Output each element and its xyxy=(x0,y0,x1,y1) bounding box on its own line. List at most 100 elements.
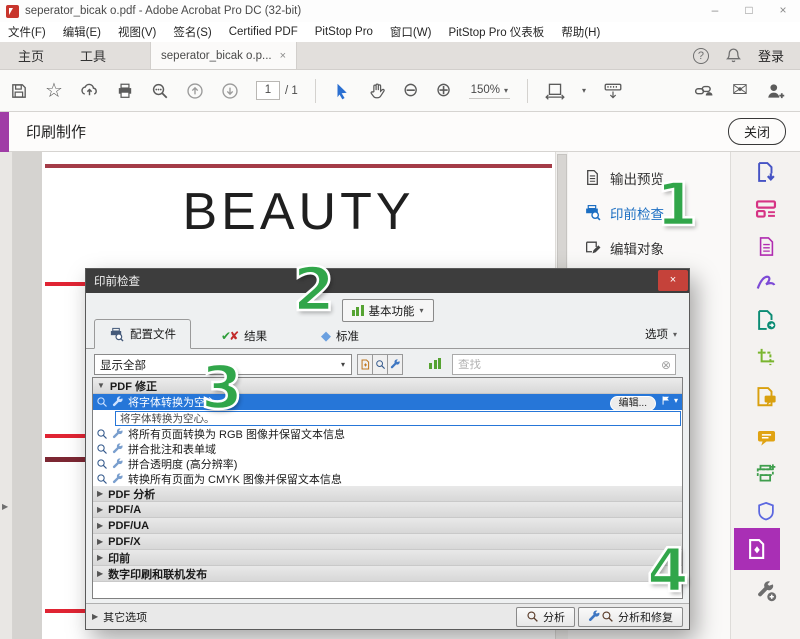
zoom-in-icon[interactable]: ⊕ xyxy=(436,81,452,100)
request-comments-tool[interactable] xyxy=(731,380,800,414)
notifications-bell-icon[interactable] xyxy=(725,47,742,64)
send-email-icon[interactable]: ✉ xyxy=(732,81,748,100)
edit-button[interactable]: 编辑... xyxy=(610,396,656,411)
next-page-icon[interactable] xyxy=(221,82,239,100)
expand-icon[interactable]: ▶ xyxy=(97,505,103,514)
menu-edit[interactable]: 编辑(E) xyxy=(63,24,101,40)
group-pdf-analysis[interactable]: ▶ PDF 分析 xyxy=(93,486,682,502)
menu-file[interactable]: 文件(F) xyxy=(8,24,46,40)
close-panel-button[interactable]: 关闭 xyxy=(728,118,786,145)
hand-tool-icon[interactable] xyxy=(368,82,386,100)
menu-pitstop-dashboard[interactable]: PitStop Pro 仪表板 xyxy=(448,24,544,40)
expand-icon[interactable]: ▶ xyxy=(97,569,103,578)
flag-icon xyxy=(661,395,672,406)
group-pdfua[interactable]: ▶ PDF/UA xyxy=(93,518,682,534)
group-pdfx[interactable]: ▶ PDF/X xyxy=(93,534,682,550)
edit-object-icon xyxy=(584,239,601,256)
expand-nav-icon[interactable]: ▶ xyxy=(2,502,8,511)
view-profiles-button[interactable] xyxy=(357,354,373,375)
dialog-titlebar[interactable]: 印前检查 xyxy=(86,269,689,293)
expand-icon[interactable]: ▶ xyxy=(97,521,103,530)
print-production-icon xyxy=(746,538,768,560)
menu-pitstop-pro[interactable]: PitStop Pro xyxy=(315,26,373,38)
favorite-flag-control[interactable]: ▾ xyxy=(661,395,678,406)
tool-label: 编辑对象 xyxy=(610,238,664,258)
chevron-down-icon[interactable]: ▾ xyxy=(582,86,586,95)
comment-tool[interactable] xyxy=(731,420,800,454)
library-bars-icon xyxy=(429,358,441,369)
share-cloud-icon[interactable] xyxy=(80,81,99,100)
group-prepress[interactable]: ▶ 印前 xyxy=(93,550,682,566)
select-tool-icon[interactable] xyxy=(333,82,351,100)
tab-profiles[interactable]: 配置文件 xyxy=(94,319,191,349)
tool-output-preview[interactable]: 输出预览 xyxy=(568,160,730,195)
previous-page-icon[interactable] xyxy=(186,82,204,100)
fill-sign-tool[interactable] xyxy=(731,266,800,300)
expand-icon[interactable]: ▶ xyxy=(97,537,103,546)
menu-view[interactable]: 视图(V) xyxy=(118,24,156,40)
menu-sign[interactable]: 签名(S) xyxy=(173,24,211,40)
list-item[interactable]: 将所有页面转换为 RGB 图像并保留文本信息 xyxy=(93,426,682,441)
group-pdf-fixups[interactable]: ▼ PDF 修正 xyxy=(93,378,682,394)
edit-pdf-tool[interactable] xyxy=(731,229,800,263)
options-dropdown[interactable]: 选项 ▾ xyxy=(645,326,677,342)
hide-toolbar-icon[interactable] xyxy=(603,82,623,100)
print-production-alt-tool[interactable] xyxy=(731,457,800,491)
close-window-button[interactable]: × xyxy=(766,0,800,22)
menu-window[interactable]: 窗口(W) xyxy=(390,24,432,40)
analyze-button[interactable]: 分析 xyxy=(516,607,575,627)
crop-pages-tool[interactable] xyxy=(731,340,800,374)
organize-pages-tool[interactable] xyxy=(731,192,800,226)
sign-in-link[interactable]: 登录 xyxy=(758,46,784,65)
tab-document[interactable]: seperator_bicak o.p... × xyxy=(150,42,297,69)
list-item[interactable]: 转换所有页面为 CMYK 图像并保留文本信息 xyxy=(93,471,682,486)
shared-link-icon[interactable] xyxy=(694,82,714,100)
group-label: 数字印刷和联机发布 xyxy=(108,566,207,582)
list-item[interactable]: 拼合批注和表单域 xyxy=(93,441,682,456)
dialog-close-button[interactable]: × xyxy=(658,270,688,291)
expand-icon[interactable]: ▶ xyxy=(97,489,103,498)
print-icon[interactable] xyxy=(116,82,134,100)
fit-width-icon[interactable] xyxy=(545,82,565,100)
clear-search-icon[interactable]: ⊗ xyxy=(661,358,675,372)
page-title: 印刷制作 xyxy=(26,121,86,142)
list-item[interactable]: 拼合透明度 (高分辨率) xyxy=(93,456,682,471)
tab-standards[interactable]: ◆ 标准 xyxy=(321,328,359,344)
list-item-selected[interactable]: 将字体转换为空心 编辑... ▾ xyxy=(93,394,682,410)
send-review-tool[interactable] xyxy=(731,303,800,337)
minimize-button[interactable]: – xyxy=(698,0,732,22)
favorite-star-icon[interactable]: ☆ xyxy=(45,81,63,101)
export-pdf-tool[interactable] xyxy=(731,155,800,189)
collapse-icon[interactable]: ▼ xyxy=(97,381,105,390)
tab-home[interactable]: 主页 xyxy=(0,42,62,69)
tab-results[interactable]: ✔✘ 结果 xyxy=(221,328,267,344)
view-fixups-button[interactable] xyxy=(387,354,403,375)
menu-certified-pdf[interactable]: Certified PDF xyxy=(229,26,298,38)
group-pdfa[interactable]: ▶ PDF/A xyxy=(93,502,682,518)
add-reviewer-icon[interactable] xyxy=(766,82,786,100)
maximize-button[interactable]: □ xyxy=(732,0,766,22)
search-zoom-icon[interactable] xyxy=(151,82,169,100)
protect-tool[interactable] xyxy=(731,494,800,528)
page-number-input[interactable]: 1 xyxy=(256,81,280,100)
search-input[interactable] xyxy=(453,359,661,371)
menu-help[interactable]: 帮助(H) xyxy=(561,24,600,40)
fixup-wrench-icon xyxy=(112,443,124,455)
nav-pane-rail[interactable]: ▶ xyxy=(0,152,13,639)
analyze-fix-button[interactable]: 分析和修复 xyxy=(578,607,683,627)
tool-edit-object[interactable]: 编辑对象 xyxy=(568,230,730,265)
group-digital-printing[interactable]: ▶ 数字印刷和联机发布 xyxy=(93,566,682,582)
expand-icon[interactable]: ▶ xyxy=(97,553,103,562)
tool-preflight[interactable]: 印前检查 xyxy=(568,195,730,230)
add-tools-button[interactable] xyxy=(731,574,800,608)
document-tab-label: seperator_bicak o.p... xyxy=(161,50,272,62)
close-document-icon[interactable]: × xyxy=(280,50,286,62)
save-icon[interactable] xyxy=(10,82,28,100)
print-production-active-tool[interactable] xyxy=(734,528,780,570)
zoom-out-icon[interactable]: ⊖ xyxy=(403,81,419,100)
other-options-expander[interactable]: ▶ 其它选项 xyxy=(92,609,147,625)
view-checks-button[interactable] xyxy=(372,354,388,375)
zoom-level-dropdown[interactable]: 150% ▾ xyxy=(469,82,510,99)
help-icon[interactable]: ? xyxy=(693,48,709,64)
tab-tools[interactable]: 工具 xyxy=(62,42,124,69)
